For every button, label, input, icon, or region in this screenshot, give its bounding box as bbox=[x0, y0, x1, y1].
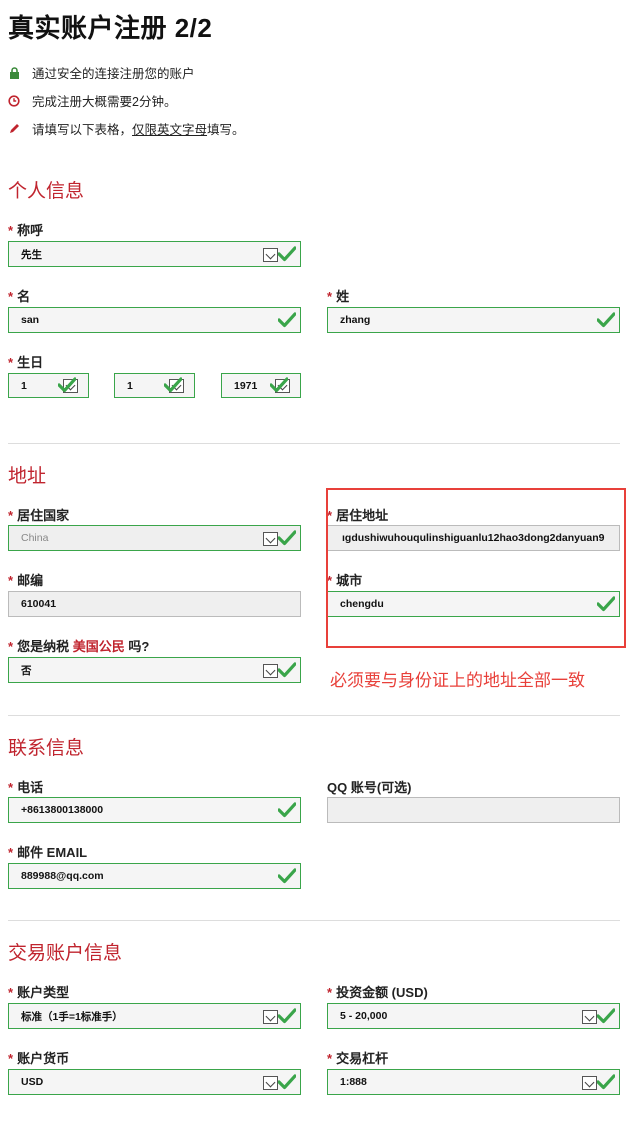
check-icon bbox=[597, 312, 615, 328]
birthday-label: * 生日 bbox=[8, 355, 44, 370]
birthday-month-select[interactable]: 1 bbox=[114, 373, 195, 398]
phone-input[interactable]: +8613800138000 bbox=[8, 797, 301, 823]
check-icon bbox=[278, 530, 296, 546]
leverage-select[interactable]: 1:888 bbox=[327, 1069, 620, 1095]
check-icon bbox=[278, 1074, 296, 1090]
salutation-label: * 称呼 bbox=[8, 223, 44, 238]
check-icon bbox=[278, 1008, 296, 1024]
phone-label: * 电话 bbox=[8, 780, 44, 795]
chevron-down-icon bbox=[582, 1010, 597, 1024]
check-icon bbox=[278, 312, 296, 328]
clock-icon bbox=[8, 94, 20, 107]
pencil-icon bbox=[8, 123, 20, 135]
qq-label: QQ 账号(可选) bbox=[327, 780, 412, 795]
first-name-label: * 名 bbox=[8, 289, 31, 304]
info-duration: 完成注册大概需要2分钟。 bbox=[8, 91, 176, 110]
chevron-down-icon bbox=[263, 248, 278, 262]
section-contact: 联系信息 bbox=[8, 738, 85, 759]
us-tax-label: * 您是纳税 美国公民 吗? bbox=[8, 639, 150, 654]
check-icon bbox=[58, 377, 76, 393]
chevron-down-icon bbox=[263, 664, 278, 678]
info-secure: 通过安全的连接注册您的账户 bbox=[8, 63, 195, 82]
last-name-label: * 姓 bbox=[327, 289, 350, 304]
info-instructions: 请填写以下表格， 仅限英文字母 填写。 bbox=[8, 119, 245, 138]
investment-select[interactable]: 5 - 20,000 bbox=[327, 1003, 620, 1029]
investment-label: * 投资金额 (USD) bbox=[327, 985, 428, 1000]
currency-label: * 账户货币 bbox=[8, 1051, 70, 1066]
first-name-input[interactable]: san bbox=[8, 307, 301, 333]
leverage-label: * 交易杠杆 bbox=[327, 1051, 389, 1066]
section-trading: 交易账户信息 bbox=[8, 943, 123, 964]
check-icon bbox=[278, 802, 296, 818]
us-tax-select[interactable]: 否 bbox=[8, 657, 301, 683]
annotation-note: 必须要与身份证上的地址全部一致 bbox=[330, 671, 585, 690]
section-address: 地址 bbox=[8, 466, 47, 487]
account-type-select[interactable]: 标准（1手=1标准手） bbox=[8, 1003, 301, 1029]
email-label: * 邮件 EMAIL bbox=[8, 845, 88, 860]
divider bbox=[8, 920, 620, 921]
account-type-label: * 账户类型 bbox=[8, 985, 70, 1000]
zip-input[interactable]: 610041 bbox=[8, 591, 301, 617]
check-icon bbox=[164, 377, 182, 393]
qq-input[interactable] bbox=[327, 797, 620, 823]
divider bbox=[8, 715, 620, 716]
email-input[interactable]: 889988@qq.com bbox=[8, 863, 301, 889]
check-icon bbox=[278, 868, 296, 884]
english-only-link[interactable]: 仅限英文字母 bbox=[132, 119, 207, 138]
section-personal: 个人信息 bbox=[8, 181, 85, 202]
check-icon bbox=[278, 662, 296, 678]
birthday-year-select[interactable]: 1971 bbox=[221, 373, 301, 398]
annotation-box bbox=[326, 488, 626, 648]
divider bbox=[8, 443, 620, 444]
birthday-day-select[interactable]: 1 bbox=[8, 373, 89, 398]
check-icon bbox=[597, 1008, 615, 1024]
chevron-down-icon bbox=[263, 1010, 278, 1024]
chevron-down-icon bbox=[582, 1076, 597, 1090]
currency-select[interactable]: USD bbox=[8, 1069, 301, 1095]
lock-icon bbox=[8, 66, 20, 79]
chevron-down-icon bbox=[263, 1076, 278, 1090]
chevron-down-icon bbox=[263, 532, 278, 546]
salutation-select[interactable]: 先生 bbox=[8, 241, 301, 267]
last-name-input[interactable]: zhang bbox=[327, 307, 620, 333]
country-select[interactable]: China bbox=[8, 525, 301, 551]
country-label: * 居住国家 bbox=[8, 508, 70, 523]
zip-label: * 邮编 bbox=[8, 573, 44, 588]
check-icon bbox=[278, 246, 296, 262]
page-title: 真实账户注册 2/2 bbox=[8, 13, 213, 43]
check-icon bbox=[270, 377, 288, 393]
check-icon bbox=[597, 1074, 615, 1090]
